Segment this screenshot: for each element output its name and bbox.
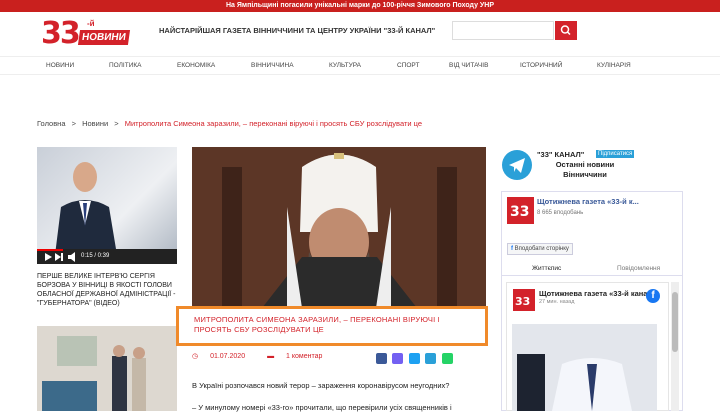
tab-timeline[interactable]: Життєпис — [532, 265, 561, 272]
facebook-widget-scrollbar[interactable] — [671, 282, 679, 411]
site-header: 33 -й НОВИНИ НАЙСТАРІЙШАЯ ГАЗЕТА ВІННИЧЧ… — [0, 12, 720, 56]
svg-text:33: 33 — [515, 295, 530, 308]
volume-icon[interactable] — [67, 249, 79, 264]
video-thumbnail[interactable] — [37, 147, 177, 264]
facebook-post-author[interactable]: Щотижнева газета «33-й канал» — [539, 289, 656, 298]
telegram-description: Останні новини Вінниччини — [555, 160, 615, 179]
breadcrumb-home[interactable]: Головна — [37, 119, 66, 128]
facebook-share-icon[interactable] — [376, 353, 387, 364]
whatsapp-share-icon[interactable] — [441, 353, 453, 364]
nav-item-economy[interactable]: ЕКОНОМІКА — [177, 62, 215, 69]
facebook-page-avatar[interactable]: 33 — [507, 197, 534, 224]
telegram-channel-title[interactable]: "33" КАНАЛ" — [537, 150, 584, 159]
nav-item-vinnytsia[interactable]: ВІННИЧЧИНА — [251, 62, 294, 69]
headline-line-2: ПРОСЯТЬ СБУ РОЗСЛІДУВАТИ ЦЕ — [194, 325, 324, 334]
facebook-post-avatar[interactable]: 33 — [513, 289, 535, 311]
facebook-small-icon: f — [511, 246, 513, 252]
breadcrumb: Головна > Новини > Митрополита Симеона з… — [37, 119, 426, 128]
nav-item-readers[interactable]: ВІД ЧИТАЧІВ — [449, 62, 488, 69]
facebook-post-time[interactable]: 27 мин. назад — [539, 299, 574, 305]
search-input[interactable] — [452, 21, 554, 40]
sidebar-article-title[interactable]: ПЕРШЕ ВЕЛИКЕ ІНТЕРВ'Ю СЕРГІЯ БОРЗОВА У В… — [37, 272, 177, 308]
article-meta: ◷ 01.07.2020 ▬ 1 коментар — [192, 352, 342, 360]
nav-item-politics[interactable]: ПОЛІТИКА — [109, 62, 142, 69]
breadcrumb-separator: > — [114, 119, 119, 128]
facebook-followers: 8 665 вподобань — [537, 210, 584, 216]
nav-item-history[interactable]: ІСТОРИЧНИЙ — [520, 62, 562, 69]
logo-number: 33 — [41, 16, 81, 51]
next-icon[interactable] — [53, 249, 65, 264]
site-tagline: НАЙСТАРІЙШАЯ ГАЗЕТА ВІННИЧЧИНИ ТА ЦЕНТРУ… — [159, 26, 436, 35]
twitter-share-icon[interactable] — [408, 353, 420, 364]
people-image — [37, 326, 177, 411]
nav-item-cooking[interactable]: КУЛІНАРІЯ — [597, 62, 631, 69]
svg-text:33: 33 — [510, 204, 529, 220]
comments-link[interactable]: ▬ 1 коментар — [267, 353, 332, 360]
article-paragraph: В Україні розпочався новий терор – зараж… — [192, 381, 450, 390]
metropolitan-portrait — [192, 147, 486, 308]
search-button[interactable] — [555, 21, 577, 40]
facebook-icon[interactable]: f — [646, 289, 660, 303]
breadcrumb-section[interactable]: Новини — [82, 119, 108, 128]
headline-line-1: МИТРОПОЛИТА СИМЕОНА ЗАРАЗИЛИ, – ПЕРЕКОНА… — [194, 315, 440, 324]
person-image — [55, 162, 117, 255]
scrollbar-thumb[interactable] — [672, 292, 678, 352]
article-hero-image[interactable] — [192, 147, 486, 308]
nav-item-sport[interactable]: СПОРТ — [397, 62, 419, 69]
share-buttons — [376, 351, 454, 369]
main-nav: НОВИНИ ПОЛІТИКА ЕКОНОМІКА ВІННИЧЧИНА КУЛ… — [0, 56, 720, 75]
nav-item-news[interactable]: НОВИНИ — [46, 62, 74, 69]
facebook-page-name[interactable]: Щотижнева газета «33-й к... — [537, 197, 639, 206]
article-headline: МИТРОПОЛИТА СИМЕОНА ЗАРАЗИЛИ, – ПЕРЕКОНА… — [176, 306, 488, 346]
clock-icon: ◷ — [192, 353, 199, 360]
breadcrumb-current: Митрополита Симеона заразили, – перекона… — [124, 119, 423, 128]
top-announcement-bar[interactable]: На Ямпільщині погасили унікальні марки д… — [0, 0, 720, 12]
logo-word: НОВИНИ — [77, 30, 130, 45]
tab-events[interactable]: Повідомлення — [617, 265, 660, 272]
site-logo[interactable]: 33 -й НОВИНИ — [41, 16, 139, 56]
nav-item-culture[interactable]: КУЛЬТУРА — [329, 62, 361, 69]
video-controls[interactable]: 0:15 / 0:39 — [37, 249, 177, 264]
breadcrumb-separator: > — [71, 119, 76, 128]
telegram-share-icon[interactable] — [425, 353, 437, 364]
facebook-post-image[interactable] — [512, 324, 657, 411]
article-date: ◷ 01.07.2020 — [192, 353, 246, 360]
telegram-subscribe-button[interactable]: Підписатися — [596, 150, 635, 158]
facebook-tabs: Життєпис Повідомлення — [502, 262, 682, 276]
comment-icon: ▬ — [267, 353, 275, 360]
viber-share-icon[interactable] — [392, 353, 404, 364]
telegram-icon[interactable] — [502, 150, 532, 180]
video-time: 0:15 / 0:39 — [81, 253, 110, 259]
logo-superscript: -й — [87, 19, 95, 28]
sidebar-article-image[interactable] — [37, 326, 177, 411]
search-icon — [560, 25, 571, 36]
facebook-like-button[interactable]: f Вподобати сторінку — [507, 243, 573, 255]
